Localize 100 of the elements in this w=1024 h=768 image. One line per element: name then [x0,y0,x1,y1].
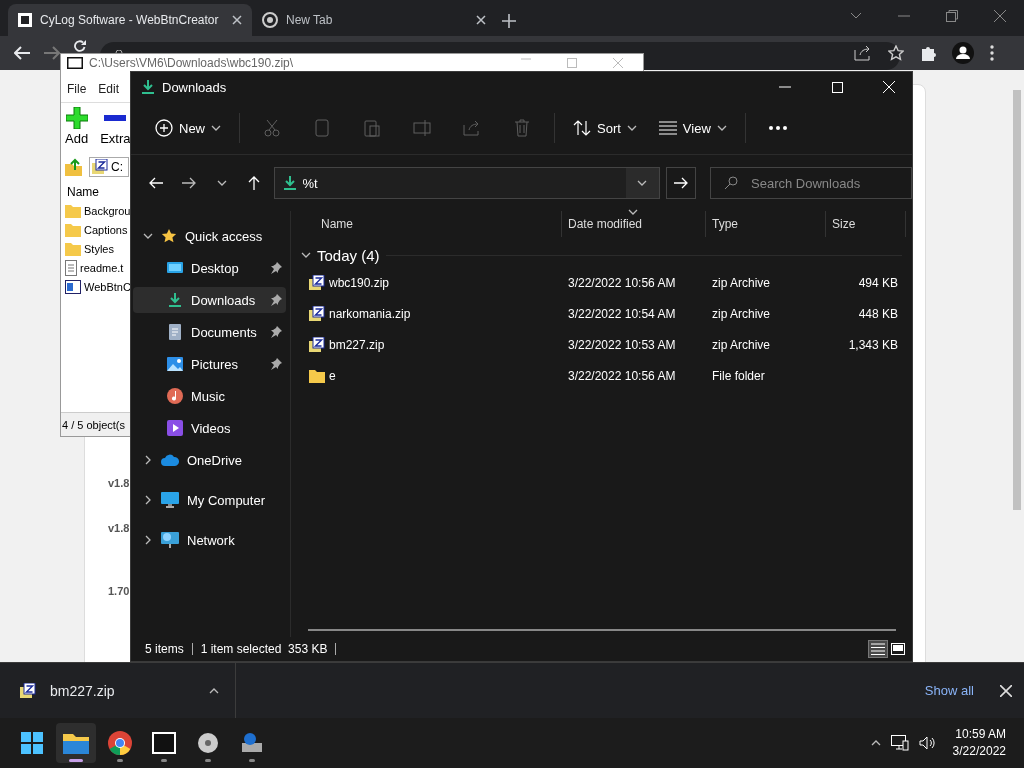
site-favicon-icon [18,13,32,27]
trash-icon [514,119,530,137]
nav-item[interactable]: Pictures [133,351,286,377]
cloud-icon [161,454,179,466]
music-icon [167,388,183,404]
chevron-down-icon [850,12,862,20]
pin-icon [270,358,282,370]
folder-icon [63,732,89,754]
chevron-down-icon [626,123,637,133]
close-button[interactable] [1000,684,1012,697]
column-header[interactable]: Type [706,211,826,237]
date-cell-text: 3/22/2022 10:53 AM [567,337,677,352]
disc-icon [196,731,220,755]
column-header[interactable]: Name [61,179,123,201]
clock-time[interactable]: 10:59 AM [955,726,1006,743]
nav-item[interactable]: Music [133,383,286,409]
column-header[interactable]: Size [826,211,906,237]
list-icon [658,121,677,135]
scrollbar[interactable] [308,629,896,631]
sort-button[interactable]: Sort [563,110,647,146]
file-name[interactable]: bm227.zip [329,337,385,352]
address-field[interactable]: %t [273,167,660,199]
minus-icon [104,115,127,121]
folder-up-icon [65,158,83,176]
column-header[interactable]: Name [297,211,562,237]
close-icon [613,58,623,68]
taskbar-app[interactable] [56,723,96,763]
download-icon [167,292,183,308]
maximize-icon [831,81,843,93]
group-header[interactable]: Today (4) [317,246,380,264]
selection-status: 1 item selected 353 KB [192,643,337,655]
rename-icon [413,120,431,136]
tiles-view-button[interactable] [888,640,908,658]
plus-icon [65,107,88,129]
nav-item[interactable]: Quick access [133,223,286,249]
details-icon [871,643,885,655]
share-icon [463,120,481,136]
version-label: v1.8 [108,522,130,534]
nav-item[interactable]: OneDrive [133,447,286,473]
nav-item[interactable]: Desktop [133,255,286,281]
view-button[interactable]: View [648,110,737,146]
type-cell-text: zip Archive [711,306,772,321]
browser-icon [108,731,132,755]
close-icon [476,15,486,25]
chevron-down-icon [716,123,727,133]
browser-tab[interactable]: CyLog Software - WebBtnCreator [8,4,252,36]
more-icon [768,126,787,130]
toolbar-button[interactable]: Extra [100,107,131,151]
forward-icon [44,46,60,60]
menu-item[interactable]: Edit [98,82,120,96]
browser-logo-icon [262,12,278,28]
minimize-icon [898,15,910,17]
close-icon [1000,684,1012,697]
nav-item[interactable]: Videos [133,415,286,441]
browser-tab[interactable]: New Tab [252,4,496,36]
show-all-link[interactable]: Show all [924,683,974,698]
file-name[interactable]: narkomania.zip [329,306,411,321]
network-icon [161,532,179,548]
date-cell-text: 3/22/2022 10:56 AM [567,368,677,383]
share-icon [854,45,872,61]
profile-icon [952,42,974,64]
pin-icon [270,262,282,274]
go-button[interactable] [665,167,696,199]
menu-item[interactable]: File [67,82,87,96]
archiver-logo-icon [67,57,83,69]
plus-circle-icon [155,119,173,137]
restore-icon [946,10,958,22]
search-field[interactable]: Search Downloads [710,167,912,199]
chevron-down-icon [301,250,311,260]
nav-item[interactable]: Documents [133,319,286,345]
close-icon [994,10,1006,22]
clock-date[interactable]: 3/22/2022 [952,743,1006,760]
zip-icon [309,274,325,291]
archive-entry[interactable]: readme.t [61,258,127,277]
type-cell-text: zip Archive [711,337,772,352]
nav-item[interactable]: Network [133,527,286,553]
back-icon [149,177,164,189]
document-icon [167,324,183,340]
star-outline-icon [888,45,904,61]
archive-entry[interactable]: Captions [61,220,127,239]
toolbar-button[interactable]: Add [65,107,89,151]
chevron-up-icon [870,738,881,748]
new-button[interactable]: New [145,110,231,146]
window-title: Downloads [162,79,227,95]
zip-icon [309,305,325,322]
folder-icon [65,222,81,237]
date-cell-text: 3/22/2022 10:54 AM [567,306,677,321]
download-file-name[interactable]: bm227.zip [50,682,195,699]
details-view-button[interactable] [868,640,888,658]
menu-icon [990,45,994,61]
path-field[interactable]: C: [89,157,129,177]
pin-icon [270,294,282,306]
nav-item[interactable]: Downloads [133,287,286,313]
archive-entry[interactable]: Styles [61,239,127,258]
minimize-icon [779,86,791,88]
column-header[interactable]: Date modified [562,211,706,237]
close-icon [883,81,895,93]
nav-item[interactable]: My Computer [133,487,286,513]
file-name[interactable]: wbc190.zip [329,275,390,290]
file-name[interactable]: e [329,368,336,383]
